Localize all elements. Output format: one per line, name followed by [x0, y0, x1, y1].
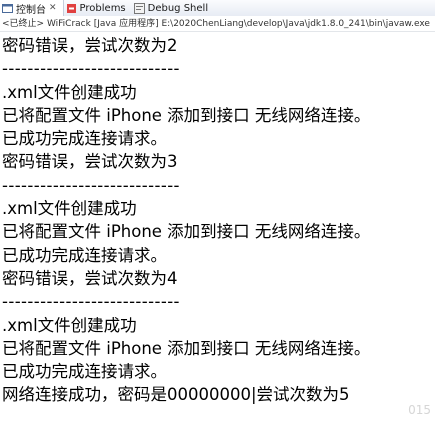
debug-shell-icon [133, 2, 145, 14]
console-line: 密码错误，尝试次数为4 [2, 268, 178, 288]
tab-console[interactable]: 控制台 ✕ [0, 0, 64, 16]
console-line: 已成功完成连接请求。 [2, 362, 167, 382]
console-line: .xml文件创建成功 [2, 315, 137, 335]
console-line: ---------------------------- [2, 175, 180, 195]
console-line: 密码错误，尝试次数为3 [2, 152, 178, 172]
tab-problems-label: Problems [79, 2, 126, 14]
watermark: 015 [408, 403, 431, 417]
console-icon [2, 3, 13, 13]
console-line: .xml文件创建成功 [2, 82, 137, 102]
console-line: 已将配置文件 iPhone 添加到接口 无线网络连接。 [2, 338, 371, 358]
console-line: 已成功完成连接请求。 [2, 245, 167, 265]
console-line: .xml文件创建成功 [2, 199, 137, 219]
console-line: 已成功完成连接请求。 [2, 129, 167, 149]
close-icon[interactable]: ✕ [49, 3, 57, 13]
console-line: 网络连接成功，密码是00000000|尝试次数为5 [2, 385, 350, 405]
process-status: <已终止> WiFiCrack [Java 应用程序] E:\2020ChenL… [0, 16, 435, 32]
console-line: ---------------------------- [2, 292, 180, 312]
console-line: 密码错误，尝试次数为2 [2, 36, 178, 55]
tab-problems[interactable]: Problems [64, 0, 132, 16]
console-output[interactable]: 密码错误，尝试次数为2 ----------------------------… [2, 34, 435, 427]
tab-debug-shell-label: Debug Shell [147, 2, 209, 14]
tab-console-label: 控制台 [16, 4, 46, 16]
console-line: 已将配置文件 iPhone 添加到接口 无线网络连接。 [2, 222, 371, 242]
console-line: 已将配置文件 iPhone 添加到接口 无线网络连接。 [2, 105, 371, 125]
tab-debug-shell[interactable]: Debug Shell [132, 0, 214, 16]
console-tab-bar: 控制台 ✕ Problems Debug Shell [0, 0, 435, 17]
console-line: ---------------------------- [2, 59, 180, 79]
problems-icon [66, 3, 76, 13]
